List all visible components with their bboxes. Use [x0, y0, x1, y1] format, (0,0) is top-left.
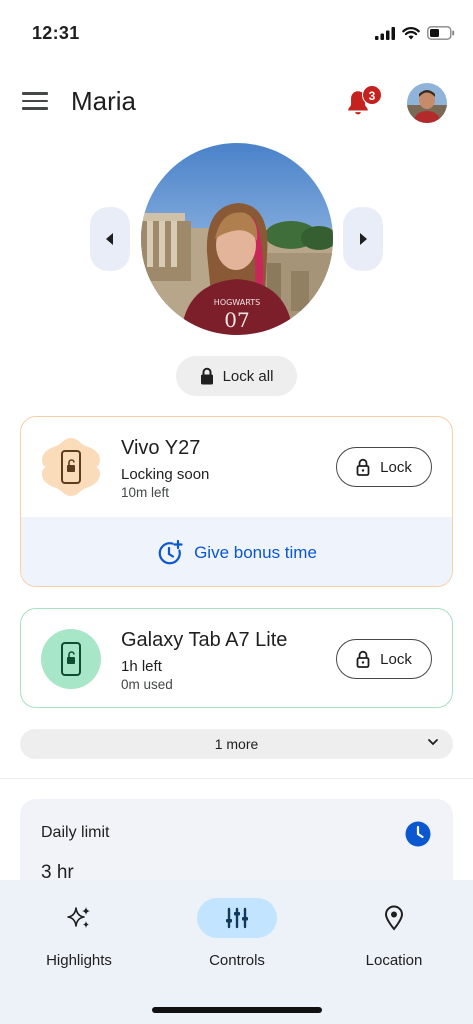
bonus-time-label: Give bonus time: [194, 542, 317, 562]
page-title: Maria: [71, 86, 137, 116]
lock-button-label: Lock: [380, 458, 412, 476]
battery-icon: [427, 26, 455, 40]
svg-text:07: 07: [224, 308, 249, 332]
location-pin-icon: [384, 905, 404, 931]
chevron-right-icon: [360, 233, 367, 245]
nav-highlights-label: Highlights: [46, 952, 112, 969]
device-usage: 0m used: [121, 677, 173, 692]
previous-child-button[interactable]: [90, 207, 130, 271]
nav-controls[interactable]: Controls: [177, 898, 297, 969]
nav-location[interactable]: Location: [334, 898, 454, 969]
sliders-icon: [226, 907, 248, 929]
lock-device-button[interactable]: Lock: [336, 447, 432, 487]
lock-outline-icon: [356, 650, 370, 668]
lock-button-label: Lock: [380, 650, 412, 668]
nav-controls-label: Controls: [209, 952, 265, 969]
sparkle-icon: [67, 907, 90, 928]
profile-switcher: HOGWARTS 07: [0, 143, 473, 335]
notification-badge: 3: [362, 85, 382, 105]
lock-outline-icon: [356, 458, 370, 476]
chevron-left-icon: [106, 233, 113, 245]
device-name: Galaxy Tab A7 Lite: [121, 629, 288, 651]
bottom-navigation: Highlights Controls Location: [0, 880, 473, 1024]
device-tablet-icon: [40, 628, 102, 690]
daily-limit-title: Daily limit: [41, 824, 110, 841]
give-bonus-time-button[interactable]: Give bonus time: [21, 517, 452, 586]
more-devices-label: 1 more: [214, 736, 259, 752]
section-divider: [0, 778, 473, 779]
device-card[interactable]: Vivo Y27 Locking soon 10m left Lock Give…: [20, 416, 453, 587]
lock-icon: [200, 367, 213, 385]
app-header: Maria 3: [0, 76, 473, 132]
device-time-left: 10m left: [121, 485, 170, 500]
chevron-down-icon: [428, 739, 438, 746]
device-status: 1h left: [121, 658, 162, 675]
device-phone-icon: [40, 436, 102, 498]
clock-icon: [405, 821, 431, 847]
child-profile-photo: HOGWARTS 07: [141, 143, 333, 335]
next-child-button[interactable]: [343, 207, 383, 271]
wifi-icon: [402, 26, 420, 39]
lock-all-label: Lock all: [222, 367, 274, 385]
device-name: Vivo Y27: [121, 437, 201, 459]
cellular-signal-icon: [375, 26, 395, 40]
nav-location-label: Location: [365, 952, 423, 969]
status-bar: 12:31: [0, 0, 473, 64]
lock-device-button[interactable]: Lock: [336, 639, 432, 679]
home-indicator[interactable]: [152, 1007, 322, 1013]
lock-all-button[interactable]: Lock all: [176, 356, 297, 396]
status-icons: [375, 26, 455, 40]
status-time: 12:31: [32, 23, 80, 43]
menu-icon[interactable]: [22, 92, 48, 114]
svg-text:HOGWARTS: HOGWARTS: [214, 298, 260, 307]
more-devices-toggle[interactable]: 1 more: [20, 729, 453, 759]
device-status: Locking soon: [121, 466, 210, 483]
parent-avatar[interactable]: [407, 83, 447, 123]
device-card[interactable]: Galaxy Tab A7 Lite 1h left 0m used Lock: [20, 608, 453, 708]
nav-highlights[interactable]: Highlights: [19, 898, 139, 969]
clock-plus-icon: [158, 539, 183, 564]
